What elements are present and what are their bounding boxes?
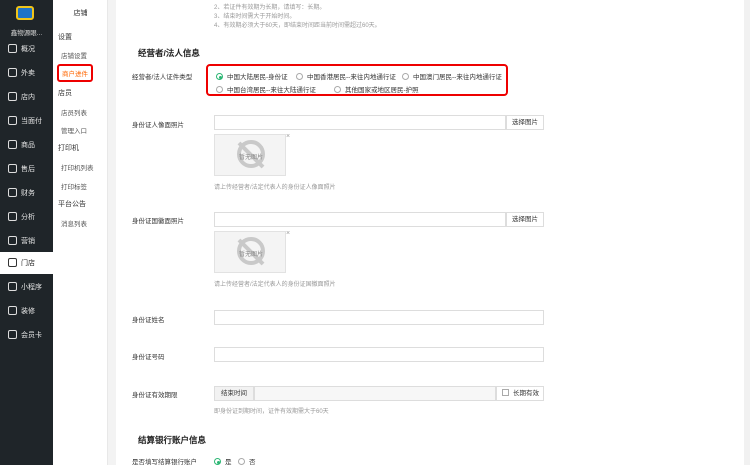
id-front-remove-icon[interactable]: × (286, 133, 290, 140)
end-time-input[interactable] (254, 386, 496, 401)
shop-name: 鑫物源眼... (10, 30, 43, 37)
id-type-label: 经营者/法人证件类型 (132, 74, 193, 81)
radio-taiwan-permit[interactable]: 中国台湾居民--来往大陆通行证 (216, 84, 316, 94)
shop-logo[interactable]: 鑫物源眼... (0, 0, 53, 38)
subnav-header: 店铺 (73, 10, 88, 17)
shop-icon (8, 258, 17, 267)
radio-dot-icon (296, 73, 303, 80)
id-back-path-input[interactable] (214, 212, 506, 227)
main-content: 2、若证件有效期为长期，请填写：长期。 3、结束时间需大于开始时间。 4、有效期… (116, 0, 750, 465)
note-line-3: 3、结束时间需大于开始时间。 (214, 14, 296, 20)
id-front-label: 身份证人像面照片 (132, 122, 184, 129)
id-back-image-placeholder: 暂无图片 (214, 231, 286, 273)
note-line-2: 2、若证件有效期为长期，请填写：长期。 (214, 5, 326, 11)
finance-icon (8, 188, 17, 197)
nav-item-aftersale[interactable]: 售后 (0, 158, 53, 180)
goods-icon (8, 140, 17, 149)
nav-item-facepay[interactable]: 当面付 (0, 110, 53, 132)
long-term-checkbox[interactable]: 长期有效 (496, 386, 544, 401)
nav-item-instore[interactable]: 店内 (0, 86, 53, 108)
subnav-item-merchant-onboarding[interactable]: 商户进件 (57, 64, 93, 82)
subnav-item-print-label[interactable]: 打印标签 (61, 181, 87, 191)
bank-fill-label: 是否填写结算银行账户 (132, 459, 197, 465)
id-number-label: 身份证号码 (132, 354, 165, 361)
radio-dot-icon (238, 458, 245, 465)
id-back-label: 身份证国徽面照片 (132, 218, 184, 225)
subnav-group-settings: 设置 (58, 34, 72, 41)
id-type-radio-group: 中国大陆居民-身份证 中国香港居民--来往内地通行证 中国澳门居民--来往内地通… (206, 64, 508, 96)
nav-item-miniapp[interactable]: 小程序 (0, 276, 53, 298)
subnav-item-message-list[interactable]: 消息列表 (61, 218, 87, 228)
store-icon (8, 92, 17, 101)
analysis-icon (8, 212, 17, 221)
id-back-hint: 请上传经营者/法定代表人的身份证国徽面照片 (214, 282, 336, 288)
subnav-item-printer-list[interactable]: 打印机列表 (61, 162, 94, 172)
section-title-bank: 结算银行账户信息 (138, 435, 207, 445)
logo-badge-icon (16, 6, 34, 20)
aftersale-icon (8, 164, 17, 173)
id-back-remove-icon[interactable]: × (286, 230, 290, 237)
nav-item-overview[interactable]: 概况 (0, 38, 53, 60)
radio-bank-no[interactable]: 否 (238, 456, 256, 465)
nav-item-goods[interactable]: 商品 (0, 134, 53, 156)
subnav-group-staff: 店员 (58, 90, 72, 97)
secondary-sidebar: 店铺 设置 店铺设置 商户进件 店员 店员列表 管理入口 打印机 打印机列表 打… (53, 0, 108, 465)
id-front-hint: 请上传经营者/法定代表人的身份证人像面照片 (214, 185, 336, 191)
subnav-item-staff-list[interactable]: 店员列表 (61, 107, 87, 117)
id-name-label: 身份证姓名 (132, 317, 165, 324)
miniapp-icon (8, 282, 17, 291)
note-line-4: 4、有效期必须大于60天，即结束时间距当前时间需超过60天。 (214, 23, 381, 29)
radio-dot-icon (334, 86, 341, 93)
main-sidebar: 鑫物源眼... 概况 外卖 店内 当面付 商品 售后 财务 分析 营销 门店 小… (0, 0, 53, 465)
radio-dot-icon (402, 73, 409, 80)
id-front-path-input[interactable] (214, 115, 506, 130)
nav-item-decorate[interactable]: 装修 (0, 300, 53, 322)
id-front-image-placeholder: 暂无图片 (214, 134, 286, 176)
nav-item-analysis[interactable]: 分析 (0, 206, 53, 228)
subnav-group-printer: 打印机 (58, 145, 79, 152)
subnav-item-admin-entry[interactable]: 管理入口 (61, 125, 87, 135)
radio-hongkong-permit[interactable]: 中国香港居民--来往内地通行证 (296, 71, 396, 81)
id-name-input[interactable] (214, 310, 544, 325)
nav-item-finance[interactable]: 财务 (0, 182, 53, 204)
overview-icon (8, 44, 17, 53)
radio-dot-icon (214, 458, 221, 465)
radio-other-passport[interactable]: 其他国家或地区居民-护照 (334, 84, 419, 94)
subnav-group-announcement: 平台公告 (58, 201, 86, 208)
subnav-item-shop-settings[interactable]: 店铺设置 (61, 50, 87, 60)
nav-item-shop[interactable]: 门店 (0, 252, 53, 274)
end-time-addon: 结束时间 (214, 386, 254, 401)
delivery-icon (8, 68, 17, 77)
checkbox-icon (502, 389, 509, 396)
id-back-select-button[interactable]: 选择图片 (506, 212, 544, 227)
nav-item-delivery[interactable]: 外卖 (0, 62, 53, 84)
member-card-icon (8, 330, 17, 339)
section-title-legal: 经营者/法人信息 (138, 48, 200, 58)
nav-item-member-card[interactable]: 会员卡 (0, 324, 53, 346)
radio-dot-icon (216, 73, 223, 80)
radio-bank-yes[interactable]: 是 (214, 456, 232, 465)
radio-dot-icon (216, 86, 223, 93)
nav-item-marketing[interactable]: 营销 (0, 230, 53, 252)
marketing-icon (8, 236, 17, 245)
id-number-input[interactable] (214, 347, 544, 362)
validity-hint: 即身份证到期时间，证件有效期需大于60天 (214, 409, 329, 415)
scrollbar[interactable] (744, 0, 750, 465)
radio-mainland-id[interactable]: 中国大陆居民-身份证 (216, 71, 288, 81)
pay-icon (8, 116, 17, 125)
decorate-icon (8, 306, 17, 315)
radio-macau-permit[interactable]: 中国澳门居民--来往内地通行证 (402, 71, 502, 81)
id-front-select-button[interactable]: 选择图片 (506, 115, 544, 130)
id-validity-label: 身份证有效期限 (132, 392, 178, 399)
